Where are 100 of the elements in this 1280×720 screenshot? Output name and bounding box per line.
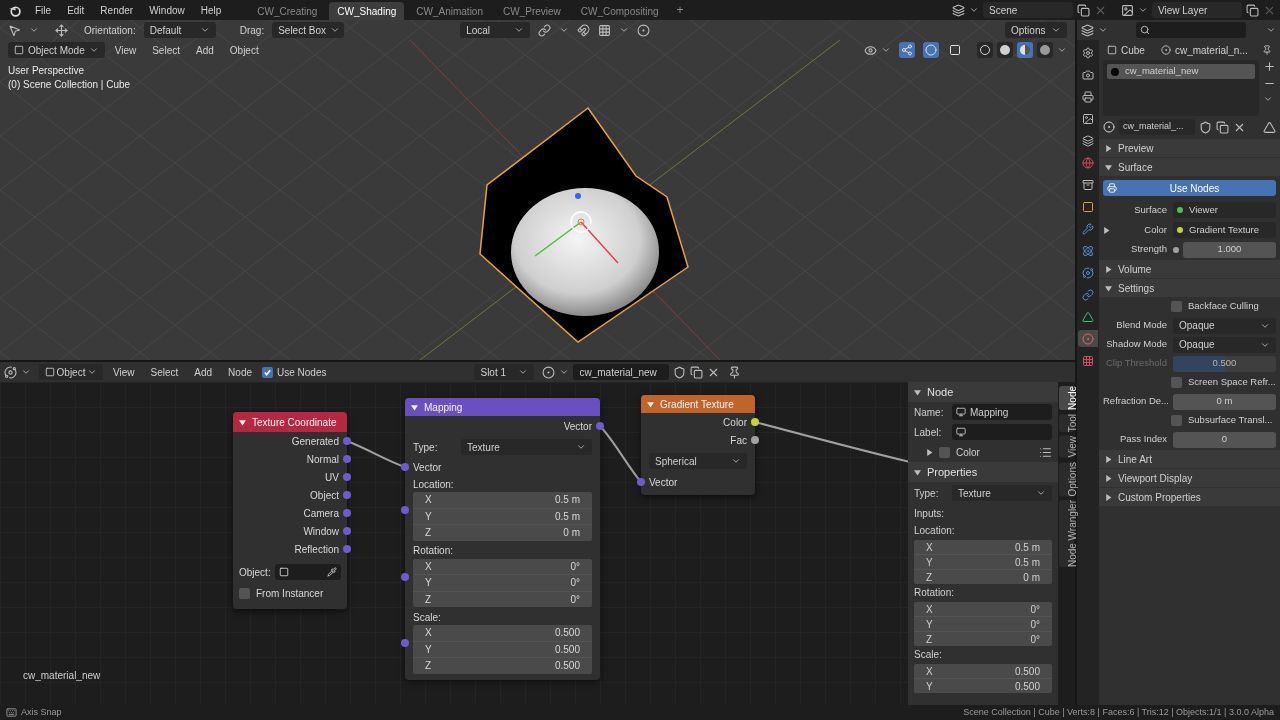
menu-item[interactable]: Object — [223, 42, 265, 58]
checkbox[interactable] — [239, 588, 250, 599]
visibility-icon[interactable] — [864, 43, 877, 57]
menu-item[interactable]: File — [29, 2, 58, 18]
material-field[interactable]: cw_material_... — [1119, 119, 1195, 135]
expand-triangle-icon[interactable] — [926, 448, 933, 456]
fake-user-icon[interactable] — [673, 365, 687, 379]
copy-icon[interactable] — [1216, 120, 1229, 134]
number-field[interactable]: X 0.5 m — [413, 492, 592, 508]
expand-triangle-icon[interactable] — [1105, 284, 1112, 292]
number-field[interactable]: Y 0° — [914, 617, 1052, 631]
shading-button[interactable] — [1017, 42, 1033, 58]
checkbox[interactable] — [262, 366, 273, 378]
dropdown[interactable]: Default — [143, 22, 216, 38]
expand-triangle-icon[interactable] — [914, 388, 921, 396]
dropdown[interactable]: Texture — [952, 485, 1052, 501]
proportional-edit-icon[interactable] — [637, 23, 651, 37]
panel-header[interactable]: Settings — [1099, 279, 1280, 297]
workspace-tab[interactable]: CW_Compositing — [572, 2, 667, 20]
expand-triangle-icon[interactable] — [1105, 455, 1112, 463]
menu-item[interactable]: View — [107, 364, 141, 380]
node-header[interactable]: Mapping — [405, 398, 600, 416]
number-field[interactable]: Y 0.5 m — [914, 555, 1052, 569]
menu-item[interactable]: Select — [146, 42, 186, 58]
dropdown[interactable]: Texture — [461, 439, 592, 455]
socket[interactable] — [751, 418, 759, 426]
list-icon[interactable] — [1039, 445, 1052, 459]
link-field[interactable]: Viewer — [1173, 202, 1276, 218]
panel-header[interactable]: Preview — [1099, 139, 1280, 157]
material-slot[interactable]: cw_material_new — [1107, 64, 1255, 79]
number-field[interactable]: X 0.500 — [914, 664, 1052, 678]
expand-triangle-icon[interactable] — [914, 468, 921, 476]
object-type-dropdown[interactable]: Object — [39, 364, 103, 380]
menu-item[interactable]: Render — [94, 2, 140, 18]
panel-header[interactable]: Volume — [1099, 260, 1280, 278]
material-icon[interactable] — [1103, 121, 1115, 133]
dropdown[interactable]: Opaque — [1173, 317, 1276, 334]
menu-item[interactable]: Select — [144, 364, 185, 380]
dropdown[interactable]: Spherical — [649, 453, 747, 469]
number-field[interactable]: Z 0° — [914, 632, 1052, 646]
add-icon[interactable] — [1263, 60, 1276, 73]
menu-item[interactable]: Edit — [61, 2, 91, 18]
workspace-tab[interactable]: CW_Shading — [329, 2, 405, 20]
fake-user-icon[interactable] — [1199, 120, 1212, 134]
checkbox[interactable] — [1171, 301, 1182, 312]
copy-icon[interactable] — [1077, 3, 1090, 17]
number-field[interactable]: Y 0° — [413, 575, 592, 591]
view-layer-icon[interactable] — [1121, 3, 1134, 17]
search-field[interactable] — [1136, 22, 1246, 38]
expand-triangle-icon[interactable] — [1105, 144, 1112, 152]
collapse-icon[interactable] — [647, 400, 654, 408]
panel-header[interactable]: Line Art — [1099, 450, 1280, 468]
slot-dropdown[interactable]: Slot 1 — [474, 364, 535, 380]
node-header[interactable]: Texture Coordinate — [233, 412, 347, 432]
number-field[interactable]: Z 0.500 — [413, 658, 592, 674]
add-workspace-button[interactable]: + — [670, 1, 690, 19]
number-field[interactable]: 0 m — [1173, 393, 1276, 410]
use-nodes-button[interactable]: Use Nodes — [1103, 180, 1276, 196]
number-field[interactable]: X 0° — [914, 602, 1052, 616]
label-field[interactable] — [952, 424, 1052, 440]
menu-item[interactable]: Node — [222, 364, 258, 380]
snap-icon[interactable] — [577, 23, 591, 37]
collapse-icon[interactable] — [411, 403, 418, 411]
expand-triangle-icon[interactable] — [1105, 265, 1112, 273]
material-icon[interactable] — [542, 365, 556, 379]
link-field[interactable]: Gradient Texture — [1173, 222, 1276, 238]
number-field[interactable]: Z 0° — [413, 591, 592, 607]
expand-triangle-icon[interactable] — [1105, 493, 1112, 501]
menu-item[interactable]: Window — [143, 2, 191, 18]
number-field[interactable]: Y 0.500 — [413, 641, 592, 657]
expand-triangle-icon[interactable] — [1103, 226, 1110, 234]
checkbox[interactable] — [1171, 415, 1182, 426]
copy-icon[interactable] — [1246, 3, 1259, 17]
workspace-tab[interactable]: CW_Animation — [408, 2, 491, 20]
dropdown[interactable]: Select Box — [272, 22, 345, 38]
workspace-tab[interactable]: CW_Creating — [249, 2, 326, 20]
app-logo-icon[interactable] — [8, 3, 21, 17]
link-icon[interactable] — [538, 23, 552, 37]
sidebar-tab[interactable]: View — [1059, 436, 1074, 458]
name-field[interactable]: Mapping — [952, 404, 1052, 420]
shading-button[interactable] — [1037, 42, 1053, 58]
sidebar-tab[interactable]: Node — [1059, 386, 1074, 410]
view-layer-field[interactable]: View Layer — [1152, 2, 1242, 18]
expand-triangle-icon[interactable] — [1105, 474, 1112, 482]
menu-item[interactable]: View — [108, 42, 143, 58]
number-field[interactable]: Y 0.5 m — [413, 508, 592, 524]
panel-header[interactable]: Surface — [1099, 158, 1280, 176]
number-field[interactable]: Z 0 m — [914, 570, 1052, 584]
options-dropdown[interactable]: Options — [1005, 22, 1067, 38]
scene-field[interactable]: Scene — [983, 2, 1073, 18]
select-tool-icon[interactable] — [8, 23, 21, 37]
pin-icon[interactable] — [1262, 45, 1272, 55]
panel-header[interactable]: Viewport Display — [1099, 469, 1280, 487]
copy-icon[interactable] — [690, 365, 704, 379]
collapse-icon[interactable] — [239, 418, 246, 426]
workspace-tab[interactable]: CW_Preview — [495, 2, 569, 20]
dropdown[interactable]: Opaque — [1173, 336, 1276, 353]
mode-dropdown[interactable]: Object Mode — [8, 42, 105, 58]
snap-target-icon[interactable] — [598, 23, 612, 37]
number-field[interactable]: Z 0 m — [413, 525, 592, 541]
